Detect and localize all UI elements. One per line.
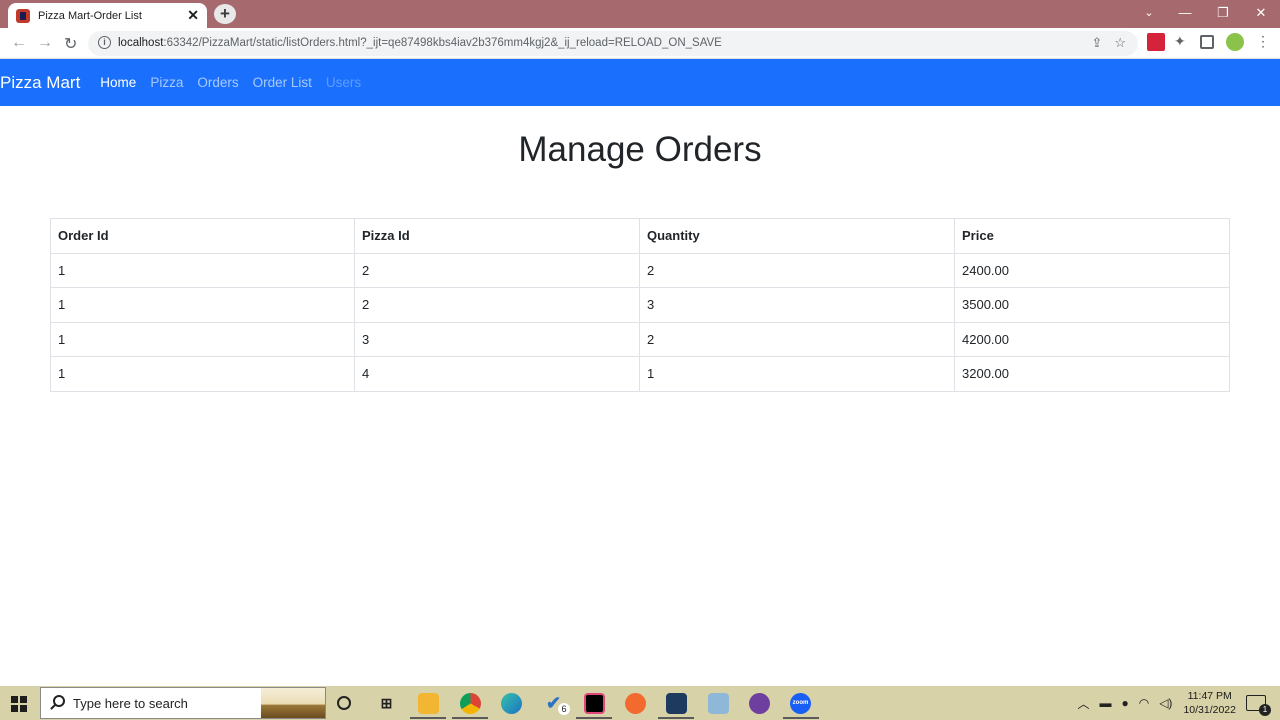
cell-quantity: 1 [639, 356, 955, 392]
column-header-quantity: Quantity [639, 218, 955, 254]
search-icon [53, 695, 65, 707]
share-icon[interactable]: ⇪ [1091, 35, 1102, 51]
navbar-brand[interactable]: Pizza Mart [0, 73, 80, 93]
taskbar-clock[interactable]: 11:47 PM 10/31/2022 [1183, 689, 1236, 717]
notification-center-icon[interactable]: 1 [1246, 695, 1271, 716]
cell-pizza-id: 3 [354, 321, 640, 357]
postman-icon[interactable] [625, 693, 646, 714]
active-app-indicator [410, 717, 446, 719]
wifi-icon[interactable]: ◠ [1139, 696, 1149, 710]
menu-kebab-icon[interactable]: ⋮ [1256, 33, 1270, 51]
show-hidden-icons-icon[interactable]: ︿ [1077, 695, 1089, 712]
nav-link-order-list[interactable]: Order List [253, 75, 312, 90]
page-title: Manage Orders [518, 130, 762, 169]
table-row: 1 4 1 3200.00 [50, 356, 1230, 392]
cortana-icon[interactable] [337, 696, 351, 710]
mysql-workbench-icon[interactable] [666, 693, 687, 714]
battery-icon[interactable]: ▬ [1099, 696, 1111, 710]
orders-table: Order Id Pizza Id Quantity Price 1 2 2 2… [50, 218, 1230, 392]
active-app-indicator [658, 717, 694, 719]
column-header-order-id: Order Id [50, 218, 355, 254]
intellij-favicon-icon [16, 8, 30, 23]
windows-start-icon[interactable] [11, 696, 27, 712]
tab-search-icon[interactable]: ⌄ [1132, 0, 1166, 28]
github-desktop-icon[interactable] [749, 693, 770, 714]
minimize-icon[interactable]: — [1166, 0, 1204, 28]
window-controls: ⌄ — ❐ ✕ [1132, 0, 1280, 28]
active-app-indicator [576, 717, 612, 719]
cell-pizza-id: 2 [354, 287, 640, 323]
extensions-puzzle-icon[interactable]: ✦ [1174, 33, 1192, 51]
cell-quantity: 2 [639, 321, 955, 357]
tab-title: Pizza Mart-Order List [38, 9, 142, 22]
windows-taskbar: Type here to search ⊞ ✔ 6 zoom ︿ ▬ ● ◠ ◁… [0, 686, 1280, 720]
cell-price: 3200.00 [954, 356, 1230, 392]
todo-badge: 6 [558, 703, 570, 715]
cell-order-id: 1 [50, 356, 355, 392]
browser-tab[interactable]: Pizza Mart-Order List ✕ [8, 3, 207, 28]
browser-titlebar: Pizza Mart-Order List ✕ + ⌄ — ❐ ✕ [0, 0, 1280, 28]
side-panel-icon[interactable] [1200, 35, 1214, 49]
cell-price: 3500.00 [954, 287, 1230, 323]
task-view-icon[interactable]: ⊞ [376, 693, 397, 714]
nav-link-home[interactable]: Home [100, 75, 136, 90]
search-highlight-illustration [261, 688, 325, 718]
cell-pizza-id: 4 [354, 356, 640, 392]
bookmark-star-icon[interactable]: ☆ [1114, 35, 1126, 51]
cell-order-id: 1 [50, 252, 355, 288]
taskbar-search-placeholder: Type here to search [73, 696, 188, 711]
cell-pizza-id: 2 [354, 252, 640, 288]
cell-price: 4200.00 [954, 321, 1230, 357]
system-tray: ︿ ▬ ● ◠ ◁) 11:47 PM 10/31/2022 1 [1072, 686, 1280, 720]
url-field[interactable]: i localhost:63342/PizzaMart/static/listO… [88, 31, 1138, 56]
table-row: 1 3 2 4200.00 [50, 321, 1230, 357]
cell-price: 2400.00 [954, 252, 1230, 288]
close-window-icon[interactable]: ✕ [1242, 0, 1280, 28]
close-tab-icon[interactable]: ✕ [187, 7, 199, 24]
chrome-icon[interactable] [460, 693, 481, 714]
active-app-indicator [452, 717, 488, 719]
app-icon[interactable] [708, 693, 729, 714]
column-header-price: Price [954, 218, 1230, 254]
profile-avatar[interactable] [1226, 33, 1244, 51]
active-app-indicator [783, 717, 819, 719]
table-row: 1 2 3 3500.00 [50, 287, 1230, 323]
taskbar-search-field[interactable]: Type here to search [40, 687, 326, 719]
address-bar: ← → ↻ i localhost:63342/PizzaMart/static… [0, 28, 1280, 59]
cell-order-id: 1 [50, 321, 355, 357]
file-explorer-icon[interactable] [418, 693, 439, 714]
microphone-icon[interactable]: ● [1121, 696, 1128, 710]
cell-quantity: 3 [639, 287, 955, 323]
site-navbar: Pizza Mart Home Pizza Orders Order List … [0, 59, 1280, 106]
table-header-row: Order Id Pizza Id Quantity Price [50, 218, 1230, 254]
nav-link-orders[interactable]: Orders [197, 75, 238, 90]
clock-time: 11:47 PM [1187, 690, 1232, 702]
reload-icon[interactable]: ↻ [64, 34, 77, 54]
volume-icon[interactable]: ◁) [1159, 696, 1172, 710]
column-header-pizza-id: Pizza Id [354, 218, 640, 254]
url-text[interactable]: localhost:63342/PizzaMart/static/listOrd… [118, 37, 722, 49]
forward-icon[interactable]: → [37, 34, 53, 52]
restore-icon[interactable]: ❐ [1204, 0, 1242, 28]
new-tab-icon[interactable]: + [214, 4, 236, 24]
clock-date: 10/31/2022 [1183, 704, 1236, 716]
zoom-icon[interactable]: zoom [790, 693, 811, 714]
back-icon[interactable]: ← [11, 34, 27, 52]
table-row: 1 2 2 2400.00 [50, 252, 1230, 288]
cell-order-id: 1 [50, 287, 355, 323]
notification-count-badge: 1 [1259, 704, 1271, 716]
intellij-icon[interactable] [584, 693, 605, 714]
cell-quantity: 2 [639, 252, 955, 288]
edge-icon[interactable] [501, 693, 522, 714]
nav-link-pizza[interactable]: Pizza [150, 75, 183, 90]
mendeley-extension-icon[interactable] [1147, 33, 1165, 51]
nav-link-users: Users [325, 75, 362, 90]
site-info-icon[interactable]: i [98, 36, 111, 49]
